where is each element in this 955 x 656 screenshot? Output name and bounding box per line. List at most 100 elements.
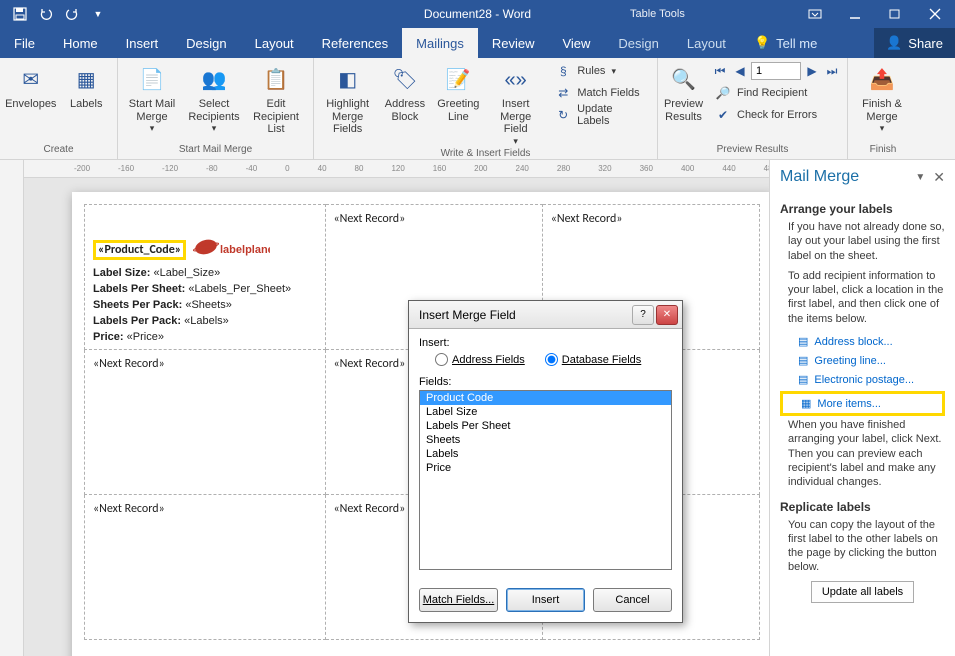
close-icon[interactable]	[915, 0, 955, 28]
address-icon: 🏷	[389, 64, 421, 96]
tab-view[interactable]: View	[548, 28, 604, 58]
database-fields-radio-input[interactable]	[545, 353, 558, 366]
field-option[interactable]: Product Code	[420, 391, 671, 405]
minimize-icon[interactable]	[835, 0, 875, 28]
person-icon: 👤	[886, 35, 902, 51]
labels-button[interactable]: ▦Labels	[60, 60, 114, 111]
tab-layout[interactable]: Layout	[241, 28, 308, 58]
share-button[interactable]: 👤 Share	[874, 28, 955, 58]
price-title: Price:	[93, 331, 124, 343]
vertical-ruler[interactable]	[0, 160, 24, 656]
cancel-button[interactable]: Cancel	[593, 588, 672, 612]
label-cell[interactable]: «Next Record»	[85, 495, 326, 640]
document-icon: ▤	[798, 335, 808, 348]
next-record-icon[interactable]: ▶	[803, 62, 821, 80]
label-cell[interactable]: «Next Record»	[85, 350, 326, 495]
database-fields-radio[interactable]: Database Fields	[545, 353, 642, 366]
greeting-line-link[interactable]: ▤Greeting line...	[780, 351, 945, 370]
record-number-input[interactable]	[751, 62, 801, 80]
tab-home[interactable]: Home	[49, 28, 112, 58]
highlight-icon: ◧	[332, 64, 364, 96]
address-block-button[interactable]: 🏷Address Block	[379, 60, 430, 146]
tab-file[interactable]: File	[0, 28, 49, 58]
maximize-icon[interactable]	[875, 0, 915, 28]
update-labels-button[interactable]: ↻Update Labels	[549, 104, 653, 126]
envelopes-button[interactable]: ✉Envelopes	[4, 60, 58, 111]
next-record-field: «Next Record»	[551, 212, 623, 226]
last-record-icon[interactable]: ⏭	[823, 62, 841, 80]
horizontal-ruler[interactable]: -200-160-120-80-400408012016020024028032…	[24, 160, 769, 178]
first-record-icon[interactable]: ⏮	[711, 62, 729, 80]
table-tools-label: Table Tools	[630, 8, 685, 20]
greeting-line-button[interactable]: 📝Greeting Line	[433, 60, 484, 146]
start-mail-merge-button[interactable]: 📄Start Mail Merge	[122, 60, 182, 136]
check-errors-button[interactable]: ✔Check for Errors	[709, 104, 843, 126]
highlight-merge-fields-button[interactable]: ◧Highlight Merge Fields	[318, 60, 377, 146]
taskpane-close-icon[interactable]: ✕	[933, 169, 945, 186]
group-preview-title: Preview Results	[662, 142, 843, 159]
prev-record-icon[interactable]: ◀	[731, 62, 749, 80]
match-fields-button[interactable]: ⇄Match Fields	[549, 82, 653, 104]
ribbon-display-options-icon[interactable]	[795, 0, 835, 28]
address-radio-label: Address Fields	[452, 354, 525, 366]
label-size-title: Label Size:	[93, 267, 150, 279]
field-option[interactable]: Labels Per Sheet	[420, 419, 671, 433]
postage-link-label: Electronic postage...	[814, 374, 914, 386]
qat-customize-icon[interactable]: ▼	[86, 2, 110, 26]
taskpane-menu-icon[interactable]: ▼	[915, 172, 925, 183]
tell-me-input[interactable]: 💡 Tell me	[740, 28, 831, 58]
mail-merge-task-pane: Mail Merge ▼ ✕ Arrange your labels If yo…	[769, 160, 955, 656]
address-block-link-label: Address block...	[814, 336, 892, 348]
field-option[interactable]: Price	[420, 461, 671, 475]
preview-results-button[interactable]: 🔍Preview Results	[662, 60, 705, 126]
insert-merge-field-button[interactable]: «»Insert Merge Field	[486, 60, 545, 146]
redo-icon[interactable]	[60, 2, 84, 26]
fields-listbox[interactable]: Product CodeLabel SizeLabels Per SheetSh…	[419, 390, 672, 570]
finish-merge-button[interactable]: 📤Finish & Merge	[852, 60, 912, 134]
lpp-value: «Labels»	[184, 315, 229, 327]
tab-references[interactable]: References	[308, 28, 402, 58]
match-fields-dialog-button[interactable]: Match Fields...	[419, 588, 498, 612]
tab-mailings[interactable]: Mailings	[402, 28, 478, 58]
undo-icon[interactable]	[34, 2, 58, 26]
select-rcp-label: Select Recipients	[188, 98, 239, 123]
match-label: Match Fields	[577, 87, 639, 99]
address-fields-radio[interactable]: Address Fields	[435, 353, 525, 366]
dialog-title: Insert Merge Field	[419, 308, 516, 322]
label-cell[interactable]: «Product_Code» labelplanet Label Size: «…	[85, 205, 326, 350]
replicate-para: You can copy the layout of the first lab…	[780, 518, 945, 575]
price-value: «Price»	[127, 331, 164, 343]
list-icon: ▦	[801, 397, 811, 410]
rules-button[interactable]: §Rules	[549, 60, 653, 82]
edit-recipient-list-button[interactable]: 📋Edit Recipient List	[246, 60, 306, 136]
spp-title: Sheets Per Pack:	[93, 299, 182, 311]
field-option[interactable]: Sheets	[420, 433, 671, 447]
dialog-close-icon[interactable]: ✕	[656, 305, 678, 325]
tab-review[interactable]: Review	[478, 28, 549, 58]
tab-design[interactable]: Design	[172, 28, 240, 58]
next-record-field: «Next Record»	[93, 502, 165, 516]
update-icon: ↻	[555, 107, 571, 123]
check-icon: ✔	[715, 107, 731, 123]
tab-insert[interactable]: Insert	[112, 28, 173, 58]
tab-table-design[interactable]: Design	[604, 28, 672, 58]
more-items-link[interactable]: ▦More items...	[780, 391, 945, 416]
electronic-postage-link[interactable]: ▤Electronic postage...	[780, 370, 945, 389]
merge-field-icon: «»	[500, 64, 532, 96]
find-recipient-button[interactable]: 🔎Find Recipient	[709, 82, 843, 104]
address-fields-radio-input[interactable]	[435, 353, 448, 366]
find-label: Find Recipient	[737, 87, 807, 99]
dialog-help-icon[interactable]: ?	[632, 305, 654, 325]
update-all-labels-button[interactable]: Update all labels	[811, 581, 914, 603]
tab-table-layout[interactable]: Layout	[673, 28, 740, 58]
insert-button[interactable]: Insert	[506, 588, 585, 612]
ribbon: ✉Envelopes ▦Labels Create 📄Start Mail Me…	[0, 58, 955, 160]
spp-value: «Sheets»	[185, 299, 231, 311]
field-option[interactable]: Labels	[420, 447, 671, 461]
field-option[interactable]: Label Size	[420, 405, 671, 419]
save-icon[interactable]	[8, 2, 32, 26]
highlight-label: Highlight Merge Fields	[318, 98, 377, 136]
select-recipients-button[interactable]: 👥Select Recipients	[184, 60, 244, 136]
lpp-title: Labels Per Pack:	[93, 315, 181, 327]
address-block-link[interactable]: ▤ Address block...	[780, 332, 945, 351]
